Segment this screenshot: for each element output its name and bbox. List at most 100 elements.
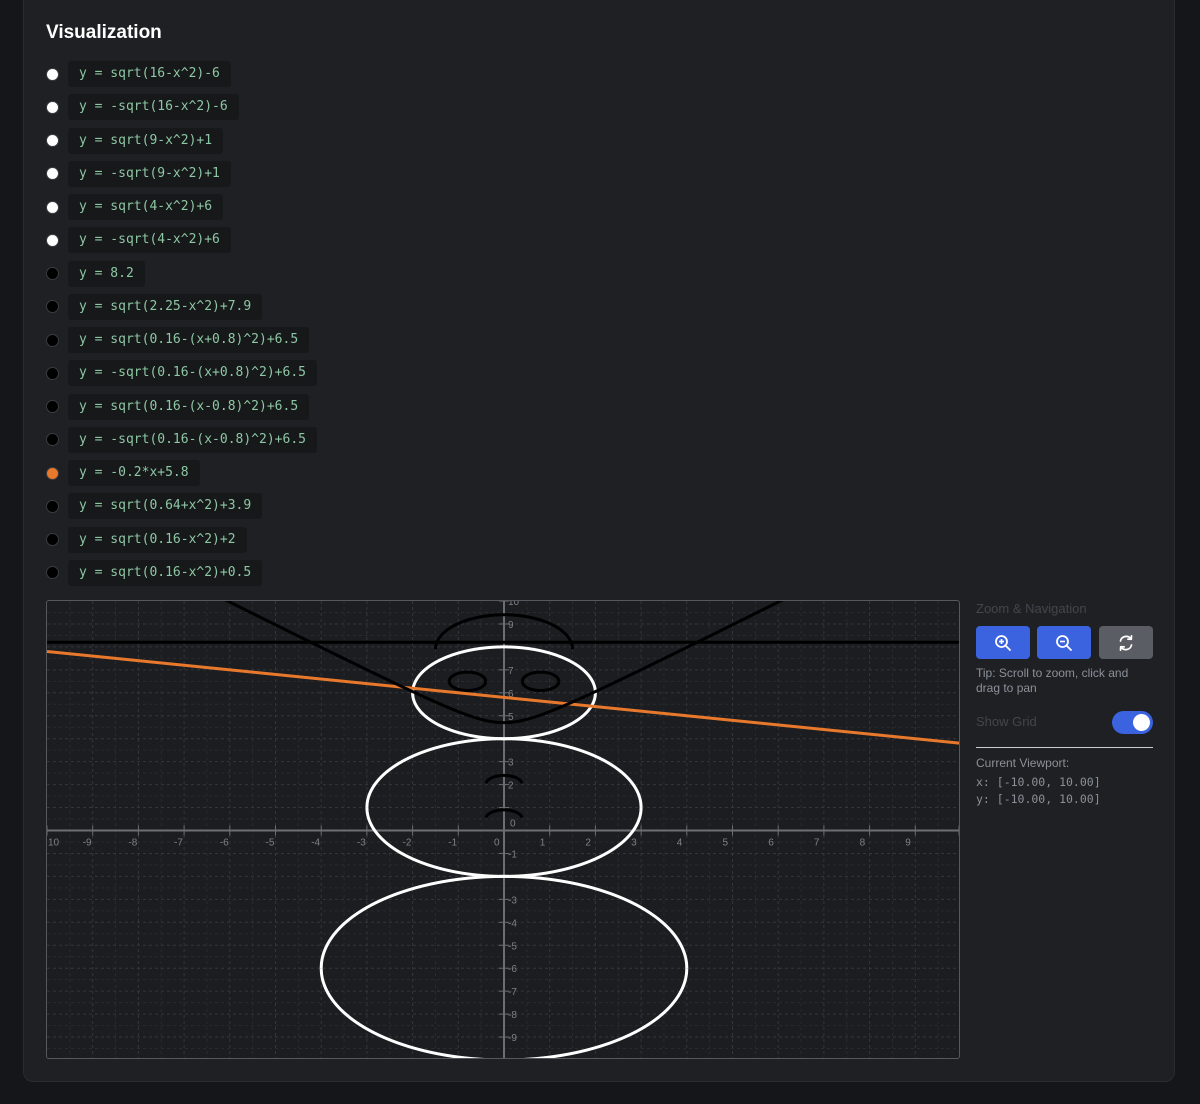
equation-color-swatch[interactable] [46,466,59,480]
x-tick-label: 2 [585,838,591,849]
reset-view-button[interactable] [1099,626,1153,659]
y-tick-label: -7 [508,987,517,998]
equation-expression[interactable]: y = -sqrt(0.16-(x+0.8)^2)+6.5 [68,360,317,387]
equation-color-swatch[interactable] [46,333,59,347]
x-tick-label: 8 [860,838,866,849]
x-tick-label: 3 [631,838,637,849]
equation-expression[interactable]: y = -sqrt(4-x^2)+6 [68,227,231,254]
zoom-in-button[interactable] [976,626,1030,659]
equation-expression[interactable]: y = -sqrt(0.16-(x-0.8)^2)+6.5 [68,426,317,453]
viewport-y-range: y: [-10.00, 10.00] [976,792,1101,806]
equation-color-swatch[interactable] [46,233,59,247]
x-tick-label: 1 [540,838,546,849]
y-tick-label: -9 [508,1033,517,1044]
equation-color-swatch[interactable] [46,100,59,114]
x-tick-label: -9 [83,838,92,849]
origin-label: 0 [510,819,516,830]
equation-color-swatch[interactable] [46,134,59,147]
equation-item[interactable]: y = -sqrt(0.16-(x-0.8)^2)+6.5 [46,426,317,453]
equation-color-swatch[interactable] [46,366,59,380]
equation-expression[interactable]: y = -sqrt(16-x^2)-6 [68,94,239,121]
equation-color-swatch[interactable] [46,499,59,513]
x-tick-label: -8 [128,838,137,849]
y-tick-label: -4 [508,918,517,929]
section-title: Visualization [46,22,162,43]
equation-item[interactable]: y = sqrt(4-x^2)+6 [46,194,224,220]
equation-color-swatch[interactable] [46,67,59,81]
x-tick-label: 6 [768,838,774,849]
x-tick-label: 7 [814,838,820,849]
equation-color-swatch[interactable] [46,200,59,214]
equation-expression[interactable]: y = -0.2*x+5.8 [68,460,200,486]
y-tick-label: 3 [508,758,514,769]
equation-color-swatch[interactable] [46,167,59,181]
function-curve [447,670,488,682]
equation-color-swatch[interactable] [46,566,59,580]
x-tick-label: 0 [494,838,500,849]
graph-canvas[interactable]: 10 -9 -8 -7 -6 -5 -4 -3 -2 -1 0 1 2 3 4 5 6 7 8 9 -9 -8 -7 -6 -5… [46,600,960,1059]
y-tick-label: 7 [508,666,514,677]
equation-expression[interactable]: y = sqrt(9-x^2)+1 [68,127,224,154]
divider [976,747,1153,748]
equation-expression[interactable]: y = sqrt(2.25-x^2)+7.9 [68,293,263,320]
x-tick-label: -1 [448,838,457,849]
y-tick-label: -8 [508,1010,517,1021]
y-tick-label: -5 [508,941,517,952]
x-tick-label: 5 [723,838,729,849]
equation-item[interactable]: y = -sqrt(9-x^2)+1 [46,160,231,187]
y-tick-label: -6 [508,964,517,975]
y-tick-label: 9 [508,620,514,631]
navigation-tip: Tip: Scroll to zoom, click and drag to p… [976,666,1129,695]
viewport-x-range: x: [-10.00, 10.00] [976,775,1101,789]
equation-item[interactable]: y = -0.2*x+5.8 [46,460,200,486]
equation-color-swatch[interactable] [46,533,59,546]
equation-expression[interactable]: y = sqrt(0.16-x^2)+2 [68,526,247,553]
x-tick-label: -4 [311,838,320,849]
y-tick-label: -1 [508,849,517,860]
equation-item[interactable]: y = sqrt(0.16-x^2)+2 [46,526,247,553]
equation-item[interactable]: y = sqrt(0.16-(x+0.8)^2)+6.5 [46,327,310,353]
equation-item[interactable]: y = sqrt(0.16-(x-0.8)^2)+6.5 [46,393,310,420]
equation-item[interactable]: y = sqrt(2.25-x^2)+7.9 [46,293,263,320]
y-tick-label: 2 [508,781,514,792]
equation-item[interactable]: y = sqrt(16-x^2)-6 [46,61,231,87]
function-curve [447,681,488,693]
x-tick-label: -3 [357,838,366,849]
equation-color-swatch[interactable] [46,300,59,314]
toggle-knob [1133,714,1150,731]
x-tick-label: 9 [905,838,911,849]
viewport-label: Current Viewport: [976,756,1070,770]
equation-expression[interactable]: y = 8.2 [68,260,145,287]
equation-item[interactable]: y = -sqrt(16-x^2)-6 [46,94,239,121]
equation-item[interactable]: y = 8.2 [46,260,145,287]
equation-expression[interactable]: y = sqrt(0.16-(x-0.8)^2)+6.5 [68,393,310,420]
equation-expression[interactable]: y = sqrt(0.16-x^2)+0.5 [68,559,263,586]
equation-expression[interactable]: y = sqrt(0.16-(x+0.8)^2)+6.5 [68,327,310,353]
equation-color-swatch[interactable] [46,433,59,447]
x-tick-label: -5 [266,838,275,849]
zoom-navigation-heading: Zoom & Navigation [976,601,1087,616]
zoom-out-icon [1056,634,1072,651]
equation-expression[interactable]: y = sqrt(4-x^2)+6 [68,194,224,220]
x-tick-label: 4 [677,838,683,849]
equation-item[interactable]: y = sqrt(0.64+x^2)+3.9 [46,493,263,520]
y-tick-label: -3 [508,895,517,906]
refresh-icon [1119,634,1133,651]
equation-item[interactable]: y = -sqrt(0.16-(x+0.8)^2)+6.5 [46,360,317,387]
zoom-in-icon [995,634,1011,651]
x-tick-label: -6 [220,838,229,849]
equation-color-swatch[interactable] [46,400,59,413]
equation-expression[interactable]: y = sqrt(0.64+x^2)+3.9 [68,493,263,520]
x-tick-label: -2 [403,838,412,849]
equation-color-swatch[interactable] [46,267,59,280]
equation-expression[interactable]: y = -sqrt(9-x^2)+1 [68,160,231,187]
equation-item[interactable]: y = -sqrt(4-x^2)+6 [46,227,231,254]
equation-item[interactable]: y = sqrt(9-x^2)+1 [46,127,224,154]
graph-svg[interactable]: 10 -9 -8 -7 -6 -5 -4 -3 -2 -1 0 1 2 3 4 5 6 7 8 9 -9 -8 -7 -6 -5… [47,601,960,1059]
y-tick-label: 10 [508,601,520,608]
function-curve [520,681,561,693]
equation-item[interactable]: y = sqrt(0.16-x^2)+0.5 [46,559,263,586]
equation-expression[interactable]: y = sqrt(16-x^2)-6 [68,61,231,87]
show-grid-toggle[interactable] [1112,711,1153,734]
zoom-out-button[interactable] [1037,626,1091,659]
